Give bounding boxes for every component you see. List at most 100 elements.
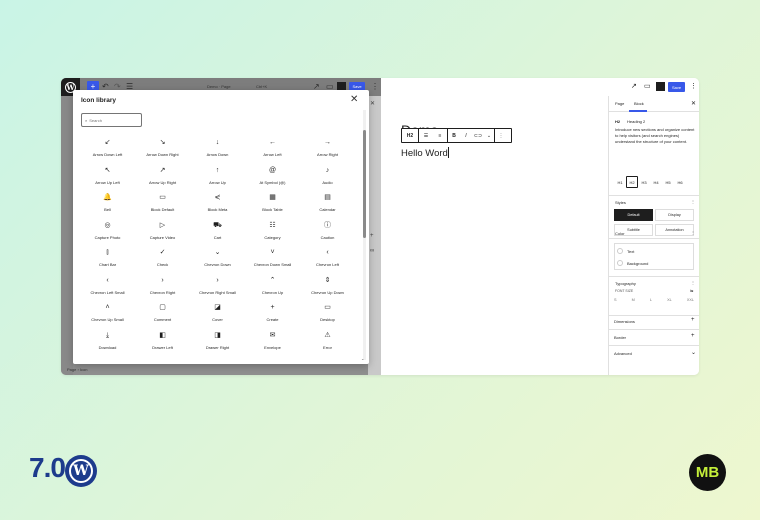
icon-tile[interactable]: ⚠ Error	[300, 328, 355, 356]
heading-level-button[interactable]: H2	[402, 129, 418, 142]
more-formats-chevron-icon[interactable]: ⌄	[484, 129, 494, 142]
icon-tile[interactable]: @ At Symbol (@)	[245, 163, 300, 191]
heading-level-h4[interactable]: H4	[650, 176, 662, 188]
heading-level-h6[interactable]: H6	[674, 176, 686, 188]
icon-tile[interactable]: › Chevron Right	[135, 273, 190, 301]
accordion-advanced[interactable]: Advanced	[614, 351, 632, 356]
more-options-icon[interactable]: ⋮	[690, 82, 697, 90]
preview-icon[interactable]: ▭	[644, 82, 651, 90]
icon-tile[interactable]: ˄ Chevron Up Small	[80, 300, 135, 328]
document-title[interactable]: Demo · Page	[207, 84, 231, 89]
chevron-down-icon[interactable]: ⌄	[691, 349, 696, 356]
icon-glyph: ⛟	[213, 221, 222, 229]
icon-tile[interactable]: ♪ Audio	[300, 163, 355, 191]
icon-tile[interactable]: ⤓ Download	[80, 328, 135, 356]
color-background-item[interactable]: Background	[617, 257, 648, 269]
align-icon[interactable]: ≡	[433, 129, 447, 142]
icon-tile[interactable]: ˅ Chevron Down Small	[245, 245, 300, 273]
icon-tile[interactable]: ◎ Capture Photo	[80, 218, 135, 246]
paragraph-block[interactable]: Hello Word	[401, 147, 449, 159]
icon-tile[interactable]: ⌃ Chevron Up	[245, 273, 300, 301]
icon-tile[interactable]: ⓘ Caution	[300, 218, 355, 246]
icon-glyph: ♪	[325, 166, 330, 174]
paragraph-text[interactable]: Hello Word	[401, 148, 448, 159]
icon-tile[interactable]: › Chevron Right Small	[190, 273, 245, 301]
tab-block[interactable]: Block	[634, 101, 644, 106]
icon-tile[interactable]: ▭ Block Default	[135, 190, 190, 218]
icon-tile[interactable]: ▷ Capture Video	[135, 218, 190, 246]
icon-tile[interactable]: ◧ Drawer Left	[135, 328, 190, 356]
plus-icon[interactable]: +	[691, 317, 695, 323]
icon-tile[interactable]: ▭ Desktop	[300, 300, 355, 328]
icon-tile[interactable]: ⫾ Chart Bar	[80, 245, 135, 273]
tab-page[interactable]: Page	[615, 101, 624, 106]
icon-glyph: ↘	[159, 139, 166, 146]
save-button[interactable]: Save	[668, 82, 685, 92]
style-annotation[interactable]: Annotation	[655, 224, 694, 236]
icon-tile[interactable]: ⋞ Block Meta	[190, 190, 245, 218]
link-icon[interactable]: ⊂⊃	[472, 129, 484, 142]
bold-icon[interactable]: B	[448, 129, 460, 142]
dialog-close-button[interactable]: ✕	[350, 94, 358, 105]
typography-options-icon[interactable]: ⋮	[691, 280, 695, 285]
italic-icon[interactable]: I	[460, 129, 472, 142]
icon-glyph: ›	[161, 276, 164, 284]
icon-tile[interactable]: ↑ Arrow Up	[190, 163, 245, 191]
heading-level-h3[interactable]: H3	[638, 176, 650, 188]
icon-tile[interactable]: ▢ Comment	[135, 300, 190, 328]
heading-level-h2[interactable]: H2	[626, 176, 638, 188]
style-default[interactable]: Default	[614, 209, 653, 221]
style-display[interactable]: Display	[655, 209, 694, 221]
icon-glyph: 🔔	[103, 194, 112, 201]
scrollbar-thumb[interactable]	[363, 130, 366, 238]
icon-tile[interactable]: ↙ Arrow Down Left	[80, 135, 135, 163]
block-options-icon[interactable]: ⋮	[495, 129, 507, 142]
accordion-dimensions[interactable]: Dimensions	[614, 319, 635, 324]
icon-tile[interactable]: ☷ Category	[245, 218, 300, 246]
font-size-xxl[interactable]: XXL	[687, 298, 694, 302]
font-size-custom-icon[interactable]: ⇋	[690, 288, 693, 293]
font-size-xl[interactable]: XL	[667, 298, 672, 302]
icon-tile[interactable]: ✓ Check	[135, 245, 190, 273]
close-icon[interactable]: ✕	[370, 100, 375, 107]
breadcrumb[interactable]: Page › Icon	[67, 367, 87, 372]
styles-options-icon[interactable]: ⋮	[691, 199, 695, 204]
accordion-border[interactable]: Border	[614, 335, 626, 340]
close-icon[interactable]: ✕	[691, 100, 696, 107]
color-options-icon[interactable]: ⋮	[691, 230, 695, 235]
icon-tile[interactable]: ✉ Envelope	[245, 328, 300, 356]
icon-tile[interactable]: ↗ Arrow Up Right	[135, 163, 190, 191]
more-options-icon[interactable]: ⋮	[371, 81, 379, 93]
icon-tile[interactable]: ← Arrow Left	[245, 135, 300, 163]
icon-tile[interactable]: 🔔 Bell	[80, 190, 135, 218]
icon-tile[interactable]: ‹ Chevron Left	[300, 245, 355, 273]
icon-tile[interactable]: ▦ Block Table	[245, 190, 300, 218]
heading-level-h1[interactable]: H1	[614, 176, 626, 188]
icon-label: Chevron Right	[149, 289, 176, 295]
icon-tile[interactable]: ▤ Calendar	[300, 190, 355, 218]
icon-tile[interactable]: + Create	[245, 300, 300, 328]
view-external-icon[interactable]: ↗	[631, 82, 637, 90]
editor-topbar-right	[609, 78, 699, 96]
settings-panel-icon[interactable]	[656, 82, 665, 91]
icon-tile[interactable]: ‹ Chevron Left Small	[80, 273, 135, 301]
icon-tile[interactable]: ⛟ Cart	[190, 218, 245, 246]
icon-tile[interactable]: ↘ Arrow Down Right	[135, 135, 190, 163]
font-size-m[interactable]: M	[632, 298, 635, 302]
icon-tile[interactable]: ↓ Arrow Down	[190, 135, 245, 163]
icon-search-input[interactable]	[89, 117, 135, 123]
icon-tile[interactable]: → Arrow Right	[300, 135, 355, 163]
plus-icon[interactable]: +	[691, 333, 695, 339]
heading-level-h5[interactable]: H5	[662, 176, 674, 188]
drag-handle-icon[interactable]: ☰	[419, 129, 433, 142]
icon-tile[interactable]: ⇕ Chevron Up Down	[300, 273, 355, 301]
color-text-item[interactable]: Text	[617, 245, 634, 257]
icon-tile[interactable]: ◪ Cover	[190, 300, 245, 328]
font-size-s[interactable]: S	[614, 298, 617, 302]
icon-tile[interactable]: ↖ Arrow Up Left	[80, 163, 135, 191]
icon-tile[interactable]: ◨ Drawer Right	[190, 328, 245, 356]
scroll-down-icon[interactable]: ⌄	[361, 356, 364, 361]
icon-search-field[interactable]: ⌕	[81, 113, 142, 127]
icon-tile[interactable]: ⌄ Chevron Down	[190, 245, 245, 273]
font-size-l[interactable]: L	[650, 298, 652, 302]
